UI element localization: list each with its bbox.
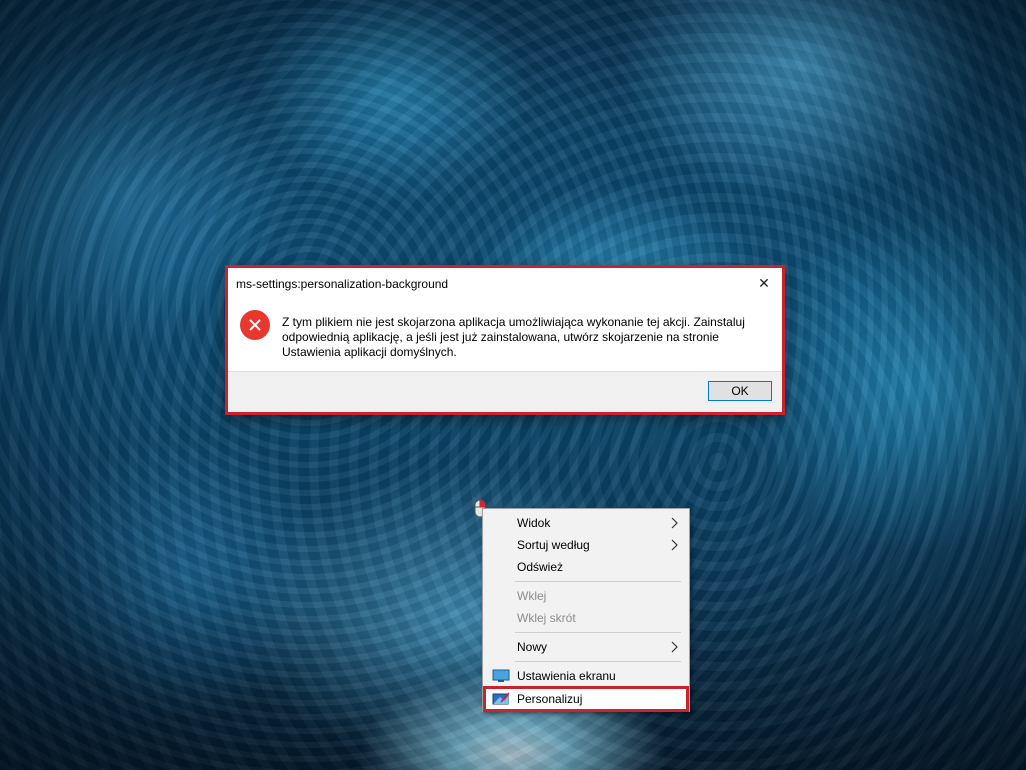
menu-item-wklej-skrot[interactable]: Wklej skrót bbox=[485, 607, 687, 629]
menu-item-odswiez[interactable]: Odśwież bbox=[485, 556, 687, 578]
close-icon: ✕ bbox=[758, 274, 770, 291]
dialog-titlebar[interactable]: ms-settings:personalization-background ✕ bbox=[228, 268, 782, 300]
chevron-right-icon bbox=[671, 539, 678, 551]
menu-separator bbox=[515, 581, 681, 582]
menu-item-label: Personalizuj bbox=[517, 692, 583, 706]
menu-item-label: Nowy bbox=[517, 640, 548, 654]
menu-separator bbox=[515, 661, 681, 662]
menu-item-label: Widok bbox=[517, 516, 551, 530]
close-button[interactable]: ✕ bbox=[750, 270, 778, 296]
error-dialog: ms-settings:personalization-background ✕… bbox=[225, 265, 785, 415]
desktop[interactable]: ms-settings:personalization-background ✕… bbox=[0, 0, 1026, 770]
menu-item-label: Ustawienia ekranu bbox=[517, 669, 616, 683]
menu-item-widok[interactable]: Widok bbox=[485, 512, 687, 534]
chevron-right-icon bbox=[671, 517, 678, 529]
personalize-icon bbox=[492, 692, 510, 705]
display-icon bbox=[492, 669, 510, 682]
menu-item-label: Wklej skrót bbox=[517, 611, 576, 625]
desktop-context-menu: Widok Sortuj według Odśwież Wklej Wklej … bbox=[482, 508, 690, 712]
dialog-body: Z tym plikiem nie jest skojarzona aplika… bbox=[228, 300, 782, 373]
menu-item-ustawienia-ekranu[interactable]: Ustawienia ekranu bbox=[485, 665, 687, 687]
dialog-footer: OK bbox=[228, 371, 782, 412]
menu-item-wklej[interactable]: Wklej bbox=[485, 585, 687, 607]
error-icon bbox=[240, 310, 270, 340]
menu-item-nowy[interactable]: Nowy bbox=[485, 636, 687, 658]
menu-item-label: Wklej bbox=[517, 589, 547, 603]
menu-item-label: Sortuj według bbox=[517, 538, 590, 552]
dialog-message: Z tym plikiem nie jest skojarzona aplika… bbox=[282, 315, 745, 359]
dialog-title: ms-settings:personalization-background bbox=[236, 277, 449, 291]
chevron-right-icon bbox=[671, 641, 678, 653]
menu-item-label: Odśwież bbox=[517, 560, 564, 574]
menu-separator bbox=[515, 632, 681, 633]
ok-button[interactable]: OK bbox=[708, 381, 772, 401]
menu-item-personalizuj[interactable]: Personalizuj bbox=[483, 686, 689, 712]
menu-item-sortuj[interactable]: Sortuj według bbox=[485, 534, 687, 556]
